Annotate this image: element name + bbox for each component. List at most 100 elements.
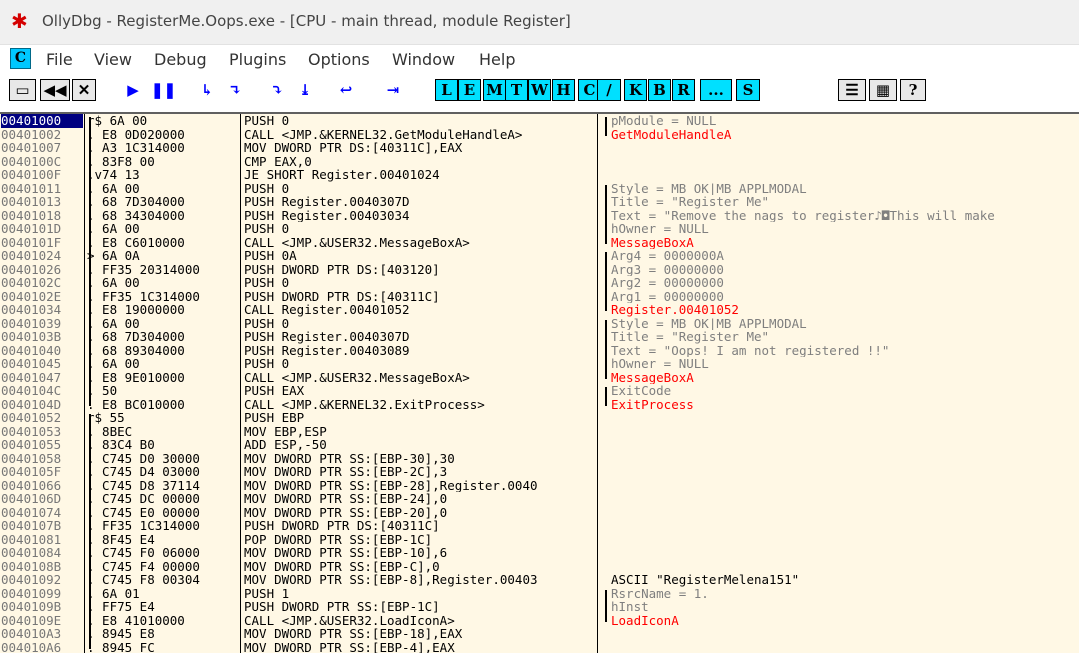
trace-over-icon[interactable]: ⤓ [292,79,318,101]
address-cell: 00401055 [1,438,83,452]
address-cell: 00401024 [1,249,83,263]
disasm-row[interactable]: 00401092. C745 F8 00304MOV DWORD PTR SS:… [0,573,1079,587]
disasm-row[interactable]: 0040107B. FF35 1C314000PUSH DWORD PTR DS… [0,519,1079,533]
window-button-w[interactable]: W [528,79,551,101]
window-button-k[interactable]: K [624,79,647,101]
pause-icon[interactable]: ❚❚ [150,79,174,101]
disasm-row[interactable]: 00401000r$ 6A 00PUSH 0pModule = NULL [0,114,1079,128]
disasm-row[interactable]: 0040108B. C745 F4 00000MOV DWORD PTR SS:… [0,560,1079,574]
hex-dump-cell: . 83C4 B0 [87,438,241,452]
disassembly-cell: MOV DWORD PTR SS:[EBP-4],EAX [244,641,596,653]
disasm-row[interactable]: 0040109E. E8 41010000CALL <JMP.&USER32.L… [0,614,1079,628]
palette-icon[interactable]: ▦ [869,79,897,101]
window-button-s[interactable]: S [736,79,760,101]
disasm-row[interactable]: 0040101D. 6A 00PUSH 0hOwner = NULL [0,222,1079,236]
disasm-row[interactable]: 0040106D. C745 DC 00000MOV DWORD PTR SS:… [0,492,1079,506]
help-icon[interactable]: ? [900,79,926,101]
disasm-row[interactable]: 0040104C. 50PUSH EAXExitCode [0,384,1079,398]
disasm-row[interactable]: 00401084. C745 F0 06000MOV DWORD PTR SS:… [0,546,1079,560]
menu-options[interactable]: Options [308,50,370,69]
restart-icon[interactable]: ◀◀ [40,79,70,101]
disasm-row[interactable]: 00401055 . 83C4 B0ADD ESP,-50 [0,438,1079,452]
disasm-row[interactable]: 00401052r$ 55PUSH EBP [0,411,1079,425]
comment-cell: ASCII "RegisterMelena151" [611,573,1079,587]
window-button-e[interactable]: E [458,79,481,101]
disasm-row[interactable]: 0040103B. 68 7D304000PUSH Register.00403… [0,330,1079,344]
menu-debug[interactable]: Debug [154,50,207,69]
disasm-row[interactable]: 0040100F.v74 13JE SHORT Register.0040102… [0,168,1079,182]
run-icon[interactable]: ▶ [120,79,146,101]
disasm-row[interactable]: 0040109B. FF75 E4PUSH DWORD PTR SS:[EBP-… [0,600,1079,614]
disasm-row[interactable]: 00401045. 6A 00PUSH 0hOwner = NULL [0,357,1079,371]
hex-dump-cell: . 50 [87,384,241,398]
window-button-patches[interactable]: / [597,79,621,101]
hex-dump-cell: . E8 9E010000 [87,371,241,385]
menu-window[interactable]: Window [392,50,455,69]
cpu-disassembly-pane[interactable]: 00401000r$ 6A 00PUSH 0pModule = NULL0040… [0,112,1079,653]
disasm-row[interactable]: 0040100C. 83F8 00CMP EAX,0 [0,155,1079,169]
menu-plugins[interactable]: Plugins [229,50,286,69]
menu-file[interactable]: File [46,50,73,69]
step-into-icon[interactable]: ↳ [194,79,220,101]
window-button-t[interactable]: T [505,79,528,101]
disassembly-cell: MOV DWORD PTR SS:[EBP-24],0 [244,492,596,506]
disasm-row[interactable]: 00401011. 6A 00PUSH 0Style = MB_OK|MB_AP… [0,182,1079,196]
disasm-row[interactable]: 00401047. E8 9E010000CALL <JMP.&USER32.M… [0,371,1079,385]
open-icon[interactable]: ▭ [9,79,36,101]
disasm-row[interactable]: 00401024> 6A 0APUSH 0AArg4 = 0000000A [0,249,1079,263]
disasm-row[interactable]: 0040102C. 6A 00PUSH 0Arg2 = 00000000 [0,276,1079,290]
menu-view[interactable]: View [94,50,132,69]
arguments-bracket [605,185,613,244]
window-button-run-trace[interactable]: ... [700,79,732,101]
disasm-row[interactable]: 00401074. C745 E0 00000MOV DWORD PTR SS:… [0,506,1079,520]
hex-dump-cell: . 6A 00 [87,317,241,331]
list-icon[interactable]: ☰ [838,79,866,101]
disasm-row[interactable]: 00401081. 8F45 E4POP DWORD PTR SS:[EBP-1… [0,533,1079,547]
disasm-row[interactable]: 00401040. 68 89304000PUSH Register.00403… [0,344,1079,358]
disassembly-cell: CALL <JMP.&KERNEL32.GetModuleHandleA> [244,128,596,142]
disasm-row[interactable]: 00401039. 6A 00PUSH 0Style = MB_OK|MB_AP… [0,317,1079,331]
disasm-row[interactable]: 00401058. C745 D0 30000MOV DWORD PTR SS:… [0,452,1079,466]
disasm-row[interactable]: 00401007. A3 1C314000MOV DWORD PTR DS:[4… [0,141,1079,155]
disassembly-cell: MOV DWORD PTR SS:[EBP-18],EAX [244,627,596,641]
hex-dump-cell: . 8945 E8 [87,627,241,641]
disasm-row[interactable]: 0040102E. FF35 1C314000PUSH DWORD PTR DS… [0,290,1079,304]
menu-bar: C File View Debug Plugins Options Window… [0,45,1079,73]
disassembly-cell: CALL <JMP.&KERNEL32.ExitProcess> [244,398,596,412]
disasm-row[interactable]: 0040104D. E8 BC010000CALL <JMP.&KERNEL32… [0,398,1079,412]
cpu-window-icon[interactable]: C [10,48,31,69]
disasm-row[interactable]: 004010A3. 8945 E8MOV DWORD PTR SS:[EBP-1… [0,627,1079,641]
comment-cell: Title = "Register Me" [611,330,1079,344]
disasm-row[interactable]: 00401018. 68 34304000PUSH Register.00403… [0,209,1079,223]
goto-icon[interactable]: ⇥ [380,79,406,101]
disasm-row[interactable]: 0040101F. E8 C6010000CALL <JMP.&USER32.M… [0,236,1079,250]
window-button-h[interactable]: H [552,79,575,101]
close-icon[interactable]: ✕ [72,79,96,101]
disasm-row[interactable]: 00401066. C745 D8 37114MOV DWORD PTR SS:… [0,479,1079,493]
disasm-row[interactable]: 00401053. 8BECMOV EBP,ESP [0,425,1079,439]
disasm-row[interactable]: 00401002. E8 0D020000CALL <JMP.&KERNEL32… [0,128,1079,142]
disasm-row[interactable]: 00401034. E8 19000000CALL Register.00401… [0,303,1079,317]
hex-dump-cell: . C745 D4 03000 [87,465,241,479]
disasm-row[interactable]: 00401013. 68 7D304000PUSH Register.00403… [0,195,1079,209]
address-cell: 00401074 [1,506,83,520]
comment-cell: Register.00401052 [611,303,1079,317]
trace-into-icon[interactable]: ⤵ [264,79,290,101]
menu-help[interactable]: Help [479,50,515,69]
window-button-b[interactable]: B [648,79,671,101]
address-cell: 00401047 [1,371,83,385]
window-button-l[interactable]: L [435,79,458,101]
window-button-r[interactable]: R [672,79,695,101]
disasm-row[interactable]: 00401026. FF35 20314000PUSH DWORD PTR DS… [0,263,1079,277]
execute-till-return-icon[interactable]: ↩ [333,79,359,101]
disasm-row[interactable]: 00401099. 6A 01PUSH 1RsrcName = 1. [0,587,1079,601]
window-button-m[interactable]: M [483,79,506,101]
disassembly-cell: CALL <JMP.&USER32.LoadIconA> [244,614,596,628]
disasm-row[interactable]: 004010A6. 8945 FCMOV DWORD PTR SS:[EBP-4… [0,641,1079,653]
disasm-row[interactable]: 0040105F. C745 D4 03000MOV DWORD PTR SS:… [0,465,1079,479]
title-bar: ✱ OllyDbg - RegisterMe.Oops.exe - [CPU -… [0,0,1079,45]
disassembly-cell: ADD ESP,-50 [244,438,596,452]
step-over-icon[interactable]: ↴ [222,79,248,101]
hex-dump-cell: r$ 6A 00 [87,114,241,128]
hex-dump-cell: . C745 D0 30000 [87,452,241,466]
